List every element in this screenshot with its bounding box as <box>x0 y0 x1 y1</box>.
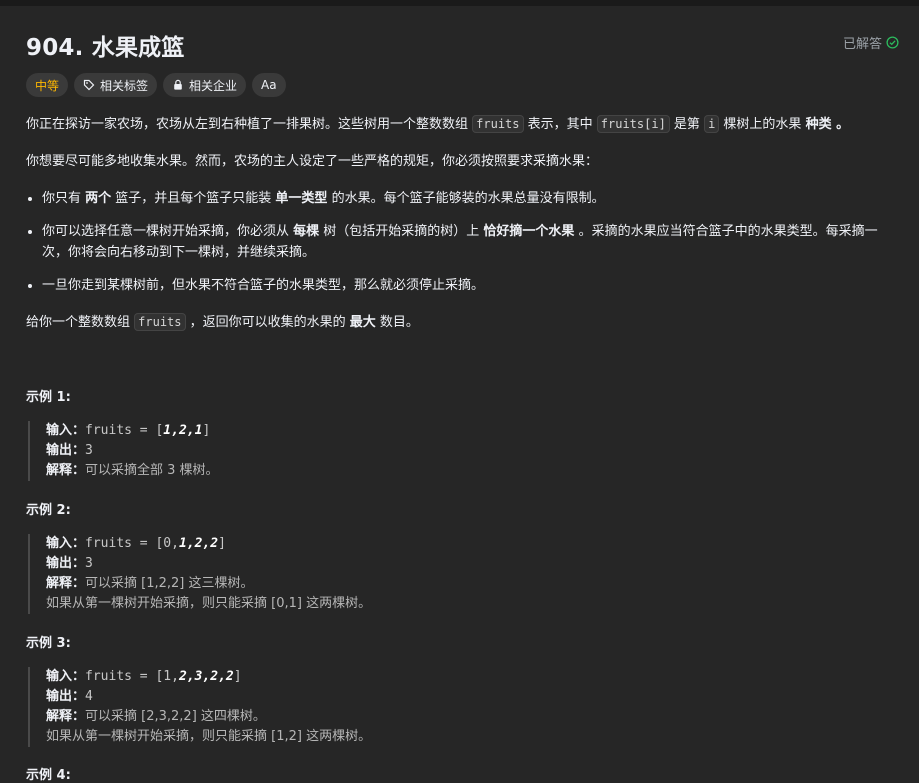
input-highlight: 1,2,2 <box>178 536 219 551</box>
difficulty-label: 中等 <box>35 78 60 93</box>
output-label: 输出： <box>46 443 86 458</box>
bold-text: 最大 <box>349 315 376 330</box>
input-value: ] <box>202 423 211 438</box>
companies-label: 相关企业 <box>189 78 238 93</box>
text: 数目。 <box>375 315 419 330</box>
input-highlight: 2,3,2,2 <box>178 669 234 684</box>
check-circle-icon <box>886 36 899 49</box>
companies-tag[interactable]: 相关企业 <box>163 73 247 97</box>
explain-text: 可以采摘全部 3 棵树。 <box>85 463 219 478</box>
input-label: 输入： <box>46 536 86 551</box>
inline-code: fruits <box>472 115 524 133</box>
bold-text: 种类 <box>805 117 832 132</box>
problem-title[interactable]: 904. 水果成篮 <box>26 28 185 62</box>
example-output: 输出：3 <box>46 554 371 574</box>
tag-bar: 中等 相关标签 相关企业 Aa <box>26 73 286 97</box>
list-item: 你可以选择任意一棵树开始采摘，你必须从 每棵 树（包括开始采摘的树）上 恰好摘一… <box>42 221 896 263</box>
related-topics-label: 相关标签 <box>100 78 149 93</box>
output-label: 输出： <box>46 556 86 571</box>
tag-icon <box>83 79 95 91</box>
input-value: ] <box>218 536 226 551</box>
description-paragraph: 给你一个整数数组 fruits ，返回你可以收集的水果的 最大 数目。 <box>26 312 896 333</box>
input-highlight: 1,2,1 <box>163 423 203 438</box>
solved-label: 已解答 <box>842 37 882 52</box>
rules-list: 你只有 两个 篮子，并且每个篮子只能装 单一类型 的水果。每个篮子能够装的水果总… <box>26 188 896 296</box>
bold-text: 两个 <box>85 191 112 206</box>
bold-text: 恰好摘一个水果 <box>483 224 575 239</box>
text: 你可以选择任意一棵树开始采摘，你必须从 <box>42 224 294 239</box>
example-input: 输入：fruits = [1,2,1] <box>46 421 219 441</box>
example-4-title: 示例 4: <box>26 768 71 783</box>
list-item: 一旦你走到某棵树前，但水果不符合篮子的水果类型，那么就必须停止采摘。 <box>42 275 896 296</box>
example-extra: 如果从第一棵树开始采摘，则只能采摘 [0,1] 这两棵树。 <box>46 596 372 611</box>
example-explanation: 解释：可以采摘 [1,2,2] 这三棵树。 <box>46 574 371 594</box>
solved-status: 已解答 <box>843 33 899 52</box>
inline-code: fruits[i] <box>596 115 670 133</box>
text: ，返回你可以收集的水果的 <box>185 315 350 330</box>
text: 是第 <box>669 117 705 132</box>
bold-text: 每棵 <box>293 224 320 239</box>
top-divider <box>0 0 919 6</box>
output-value: 3 <box>85 443 93 458</box>
bold-text: 单一类型 <box>275 191 328 206</box>
text: 的水果。每个篮子能够装的水果总量没有限制。 <box>327 191 605 206</box>
example-explanation: 解释：可以采摘全部 3 棵树。 <box>46 461 219 481</box>
example-output: 输出：4 <box>46 687 371 707</box>
text: 。 <box>831 117 850 132</box>
explain-text: 可以采摘 [2,3,2,2] 这四棵树。 <box>85 709 266 724</box>
difficulty-badge[interactable]: 中等 <box>26 73 69 97</box>
problem-description: 你正在探访一家农场，农场从左到右种植了一排果树。这些树用一个整数数组 fruit… <box>26 114 896 333</box>
input-label: 输入： <box>46 669 86 684</box>
example-3-title: 示例 3: <box>26 636 71 651</box>
input-value: fruits = [0, <box>85 536 179 551</box>
description-paragraph: 你正在探访一家农场，农场从左到右种植了一排果树。这些树用一个整数数组 fruit… <box>26 114 896 135</box>
output-value: 4 <box>85 689 93 704</box>
example-1-title: 示例 1: <box>26 390 71 405</box>
inline-code: i <box>704 115 720 133</box>
list-item: 你只有 两个 篮子，并且每个篮子只能装 单一类型 的水果。每个篮子能够装的水果总… <box>42 188 896 209</box>
example-output: 输出：3 <box>46 441 219 461</box>
example-input: 输入：fruits = [0,1,2,2] <box>46 534 371 554</box>
example-explanation: 解释：可以采摘 [2,3,2,2] 这四棵树。 <box>46 707 371 727</box>
text: 表示，其中 <box>523 117 597 132</box>
explain-label: 解释： <box>46 709 86 724</box>
inline-code: fruits <box>134 313 186 331</box>
text: 你正在探访一家农场，农场从左到右种植了一排果树。这些树用一个整数数组 <box>26 117 473 132</box>
explain-label: 解释： <box>46 463 86 478</box>
example-2-title: 示例 2: <box>26 503 71 518</box>
example-3-block: 输入：fruits = [1,2,3,2,2] 输出：4 解释：可以采摘 [2,… <box>28 667 371 747</box>
input-value: fruits = [1, <box>85 669 179 684</box>
input-value: ] <box>233 669 242 684</box>
input-label: 输入： <box>46 423 86 438</box>
text: 树（包括开始采摘的树）上 <box>319 224 484 239</box>
text: 篮子，并且每个篮子只能装 <box>111 191 276 206</box>
related-topics-tag[interactable]: 相关标签 <box>74 73 158 97</box>
font-size-toggle[interactable]: Aa <box>252 73 286 97</box>
input-value: fruits = [ <box>85 423 164 438</box>
output-label: 输出： <box>46 689 86 704</box>
text: 你只有 <box>42 191 86 206</box>
text: 给你一个整数数组 <box>26 315 135 330</box>
output-value: 3 <box>85 556 93 571</box>
text: 棵树上的水果 <box>719 117 806 132</box>
example-extra: 如果从第一棵树开始采摘，则只能采摘 [1,2] 这两棵树。 <box>46 729 372 744</box>
explain-label: 解释： <box>46 576 86 591</box>
explain-text: 可以采摘 [1,2,2] 这三棵树。 <box>85 576 254 591</box>
lock-icon <box>174 79 182 90</box>
example-2-block: 输入：fruits = [0,1,2,2] 输出：3 解释：可以采摘 [1,2,… <box>28 534 371 614</box>
font-toggle-label: Aa <box>261 78 277 92</box>
example-1-block: 输入：fruits = [1,2,1] 输出：3 解释：可以采摘全部 3 棵树。 <box>28 421 219 481</box>
description-paragraph: 你想要尽可能多地收集水果。然而，农场的主人设定了一些严格的规矩，你必须按照要求采… <box>26 154 599 169</box>
example-input: 输入：fruits = [1,2,3,2,2] <box>46 667 371 687</box>
